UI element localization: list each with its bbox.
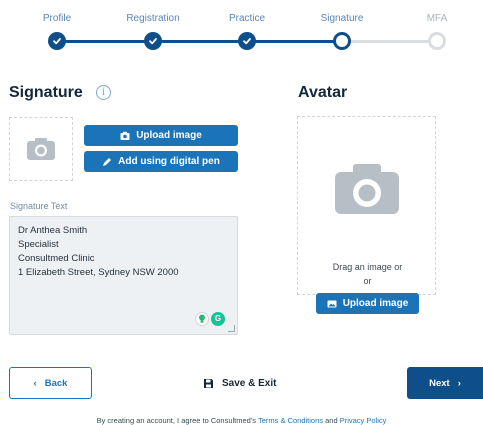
step-label-registration: Registration [126,13,180,24]
signature-text-line: Dr Anthea Smith [18,225,88,236]
step-label-practice: Practice [228,13,266,24]
pen-icon [103,157,112,166]
upload-signature-button[interactable]: Upload image [84,125,238,146]
next-button[interactable]: Next › [407,367,483,399]
terms-link[interactable]: Terms & Conditions [258,416,323,425]
terms-text: By creating an account, I agree to Consu… [0,416,483,425]
drag-image-text: Drag an image or [332,262,403,272]
signature-image-placeholder [9,117,73,181]
upload-avatar-button[interactable]: Upload image [316,293,419,314]
step-signature-current-dot [333,32,351,50]
add-digital-pen-button[interactable]: Add using digital pen [84,151,238,172]
lightbulb-icon[interactable] [195,312,209,326]
upload-avatar-label: Upload image [342,298,409,309]
back-button[interactable]: ‹ Back [9,367,92,399]
camera-icon [120,131,130,140]
or-text: or [363,276,372,286]
privacy-link[interactable]: Privacy Policy [340,416,387,425]
step-label-profile: Profile [42,13,72,24]
stepper-progress-line [57,40,342,43]
terms-and: and [323,416,340,425]
chevron-left-icon: ‹ [33,377,37,389]
image-icon [327,300,337,307]
step-mfa-todo-dot [428,32,446,50]
signature-text-field[interactable]: Dr Anthea Smith Specialist Consultmed Cl… [9,216,238,335]
chevron-right-icon: › [457,377,461,389]
back-label: Back [44,377,68,389]
stepper-remaining-line [342,40,437,43]
resize-handle[interactable] [228,325,235,332]
progress-stepper: Profile Registration Practice Signature … [0,0,483,60]
info-icon[interactable]: i [96,85,111,100]
save-icon [204,378,213,388]
camera-icon [335,164,399,214]
textarea-extension-icons: G [195,312,225,326]
step-profile-check-icon[interactable] [48,32,66,50]
avatar-heading: Avatar [298,84,348,101]
step-label-signature: Signature [320,13,364,24]
add-digital-pen-label: Add using digital pen [118,156,220,167]
signature-text-line: 1 Elizabeth Street, Sydney NSW 2000 [18,267,179,278]
signature-heading: Signature [9,84,83,101]
signature-text-line: Consultmed Clinic [18,253,95,264]
next-label: Next [429,377,450,389]
step-registration-check-icon[interactable] [144,32,162,50]
save-exit-label: Save & Exit [222,377,277,389]
grammarly-icon[interactable]: G [211,312,225,326]
upload-signature-label: Upload image [136,130,202,141]
signature-text-label: Signature Text [10,201,68,211]
step-practice-check-icon[interactable] [238,32,256,50]
save-exit-button[interactable]: Save & Exit [203,374,276,392]
avatar-dropzone[interactable]: Drag an image or or [297,116,436,295]
step-label-mfa: MFA [426,13,448,24]
camera-icon [27,138,55,160]
terms-prefix: By creating an account, I agree to Consu… [96,416,258,425]
signature-text-line: Specialist [18,239,59,250]
